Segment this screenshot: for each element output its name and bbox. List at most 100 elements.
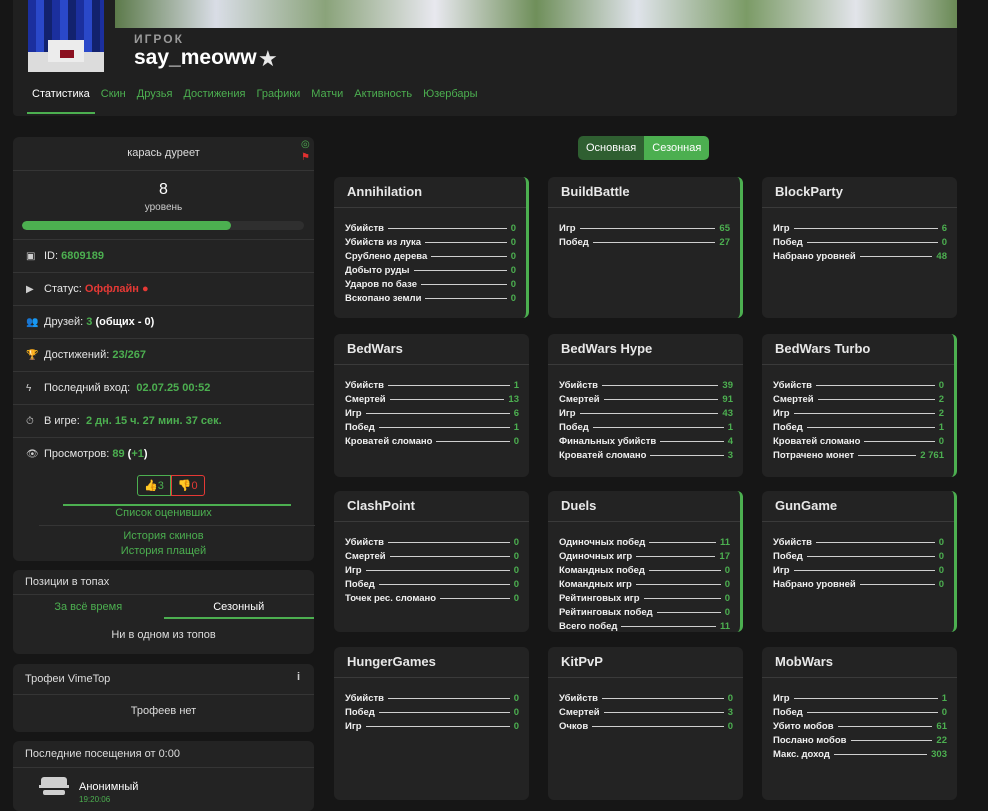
stat-label: Игр	[773, 223, 790, 235]
achievements-count[interactable]: 23/267	[112, 349, 146, 361]
stat-leader-line	[389, 399, 505, 401]
stat-row: Игр 2	[773, 407, 944, 421]
stat-value: 0	[513, 721, 519, 733]
stat-leader-line	[635, 584, 721, 586]
stat-value: 0	[510, 279, 516, 290]
stat-value: 0	[938, 436, 944, 447]
stat-row: Кроватей сломано 0	[345, 435, 519, 449]
stat-row: Командных игр 0	[559, 578, 730, 592]
stat-row: Убийств 1	[345, 379, 519, 393]
like-button[interactable]: 👍3	[137, 475, 171, 496]
stat-value: 1	[513, 380, 519, 392]
toggle-season[interactable]: Сезонная	[644, 136, 710, 160]
stat-value: 0	[727, 693, 733, 705]
stat-leader-line	[816, 542, 935, 544]
stat-leader-line	[421, 284, 507, 285]
stat-value: 0	[724, 579, 730, 591]
stat-row: Убийств 0	[345, 536, 519, 550]
tab-charts[interactable]: Графики	[256, 88, 305, 114]
star-icon[interactable]: ★	[258, 46, 278, 72]
tab-achievements[interactable]: Достижения	[183, 88, 250, 114]
flag-icon[interactable]: ⚑	[301, 152, 310, 163]
trophy-icon: 🏆	[26, 349, 39, 361]
stat-value: 22	[936, 735, 947, 747]
stat-value: 0	[513, 707, 519, 719]
stat-label: Убийств	[345, 223, 384, 235]
stat-row: Убийств 0	[773, 379, 944, 393]
stat-label: Всего побед	[559, 620, 618, 632]
stat-leader-line	[793, 698, 938, 700]
stat-label: Побед	[773, 422, 803, 434]
stat-value: 0	[513, 565, 519, 577]
stat-label: Смертей	[345, 394, 386, 406]
tab-friends[interactable]: Друзья	[137, 88, 178, 114]
stat-leader-line	[378, 584, 510, 586]
stat-row: Игр 0	[773, 564, 944, 578]
stat-label: Игр	[559, 408, 576, 420]
stat-label: Потрачено монет	[773, 449, 855, 461]
stat-row: Смертей 91	[559, 393, 733, 407]
stat-leader-line	[592, 726, 724, 728]
tab-season[interactable]: Сезонный	[163, 595, 314, 619]
divider	[39, 525, 315, 526]
stat-leader-line	[425, 297, 507, 299]
visits-panel: Последние посещения от 0:00 Анонимный 19…	[13, 741, 314, 811]
stat-value: 13	[508, 394, 519, 406]
tab-userbars[interactable]: Юзербары	[423, 88, 482, 114]
stat-row: Смертей 13	[345, 393, 519, 407]
stat-value: 0	[513, 537, 519, 549]
stat-value: 0	[938, 537, 944, 549]
stat-value: 0	[941, 237, 947, 249]
level-label: уровень	[144, 202, 183, 213]
stat-label: Макс. доход	[773, 749, 830, 760]
stat-label: Рейтинговых игр	[559, 593, 640, 604]
stat-leader-line	[793, 570, 935, 572]
skins-history-link[interactable]: История скинов	[13, 530, 314, 542]
stat-value: 48	[936, 251, 947, 263]
game-card: GunGame Убийств 0 Побед 0 Игр 0 Набрано уровней…	[762, 491, 957, 632]
stat-label: Игр	[345, 721, 362, 733]
thumbs-up-icon: 👍	[144, 480, 158, 492]
thumbs-down-icon: 👎	[177, 480, 192, 492]
stat-label: Срублено дерева	[345, 251, 428, 263]
stat-value: 3	[727, 707, 733, 719]
tab-matches[interactable]: Матчи	[311, 88, 348, 114]
stat-leader-line	[859, 584, 935, 586]
info-icon[interactable]: i	[297, 671, 300, 683]
stat-value: 39	[722, 380, 733, 392]
stat-row: Макс. доход 303	[773, 748, 947, 762]
game-title: BedWars Hype	[548, 334, 743, 365]
stat-row: Побед 0	[773, 706, 947, 720]
stat-leader-line	[833, 754, 928, 755]
stat-leader-line	[365, 570, 510, 572]
trophies-title: Трофеи VimeTop	[13, 664, 314, 695]
raters-link[interactable]: Список оценивших	[13, 507, 314, 519]
toggle-main[interactable]: Основная	[578, 136, 645, 160]
stat-leader-line	[592, 242, 716, 244]
friends-count[interactable]: 3	[86, 316, 92, 328]
stat-row: Послано мобов 22	[773, 734, 947, 748]
stat-row: Побед 27	[559, 236, 730, 250]
stat-label: Добыто руды	[345, 265, 410, 277]
capes-history-link[interactable]: История плащей	[13, 545, 314, 557]
stat-leader-line	[365, 413, 510, 415]
tab-skin[interactable]: Скин	[101, 88, 131, 114]
comment-icon[interactable]: ◎	[301, 139, 310, 150]
stat-label: Смертей	[559, 394, 600, 406]
rating-buttons: 👍3 👎0	[137, 475, 205, 496]
stat-leader-line	[413, 270, 507, 272]
tab-activity[interactable]: Активность	[354, 88, 417, 114]
stat-value: 0	[510, 237, 516, 249]
stat-row: Побед 0	[773, 550, 944, 564]
tab-all-time[interactable]: За всё время	[13, 595, 164, 619]
stat-leader-line	[648, 570, 721, 572]
stat-row: Игр 65	[559, 222, 730, 236]
game-title: BuildBattle	[548, 177, 740, 208]
stat-leader-line	[378, 427, 510, 429]
tops-title: Позиции в топах	[13, 570, 314, 595]
stat-label: Вскопано земли	[345, 292, 422, 304]
dislike-button[interactable]: 👎0	[170, 475, 205, 496]
friends-mutual: (общих - 0)	[95, 316, 155, 328]
stat-row: Срублено дерева 0	[345, 250, 516, 264]
tab-stats[interactable]: Статистика	[27, 88, 95, 114]
